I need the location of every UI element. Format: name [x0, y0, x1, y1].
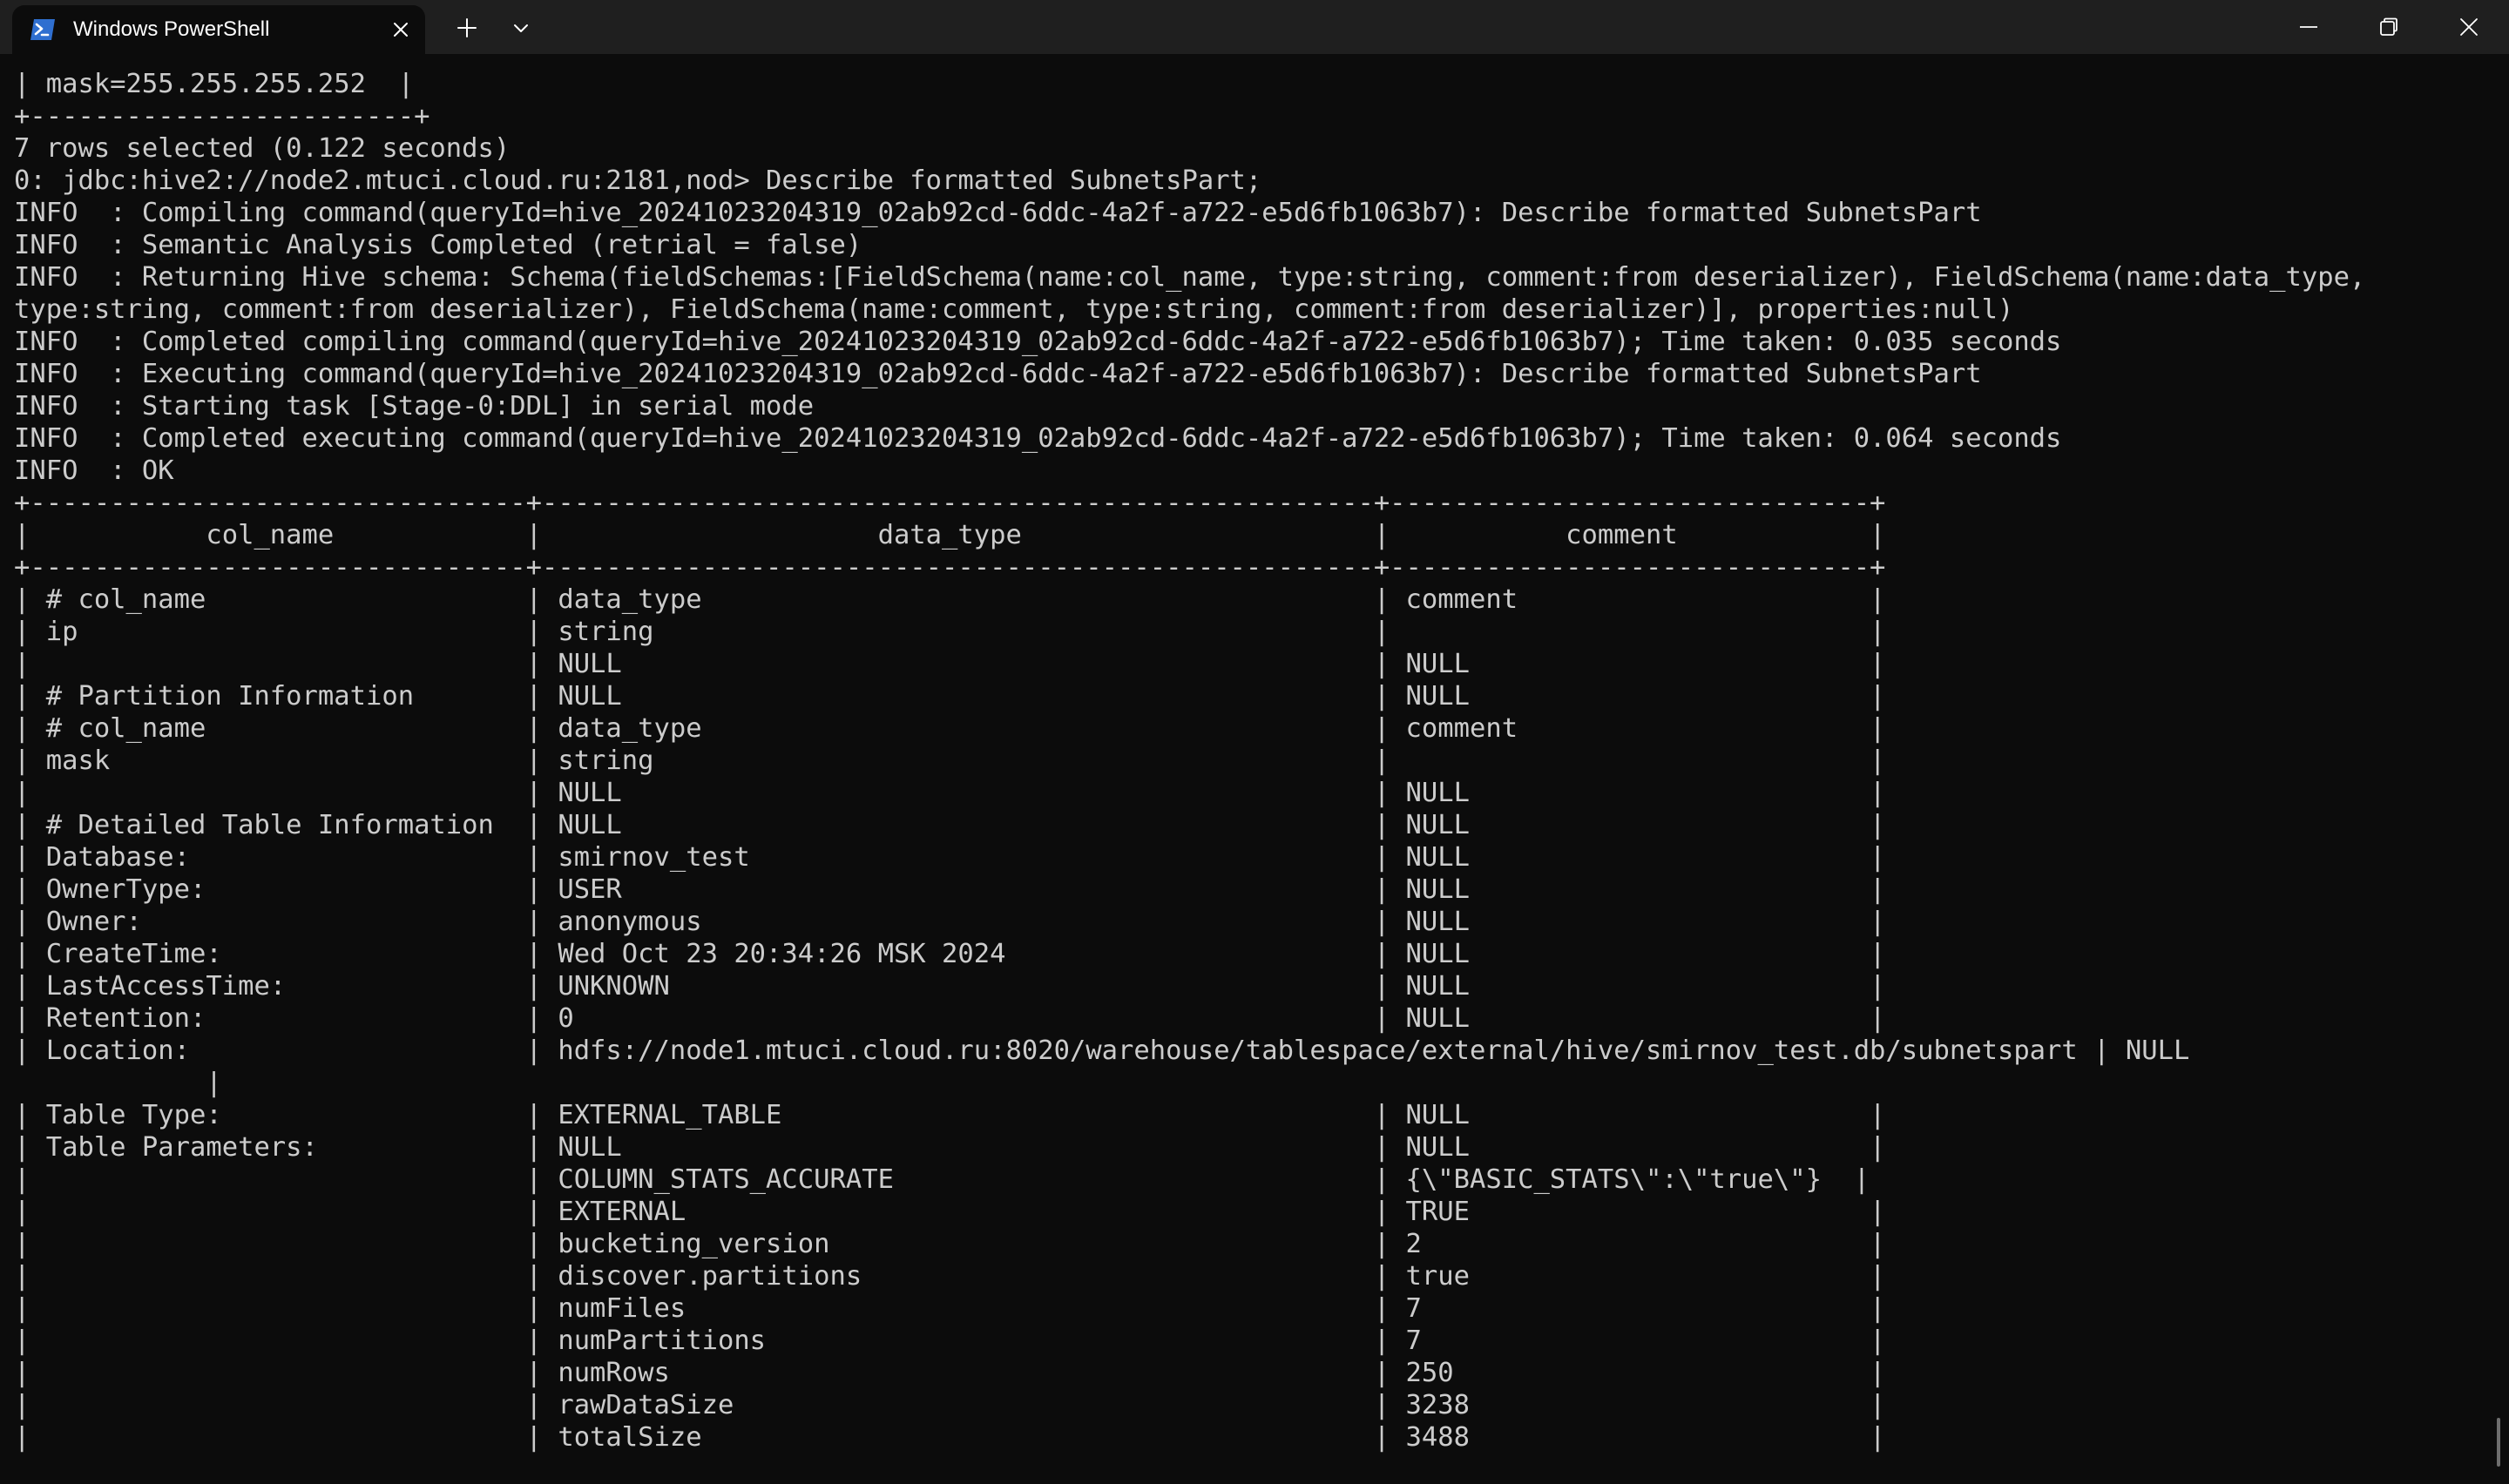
restore-button[interactable] — [2349, 0, 2429, 54]
terminal-output: | mask=255.255.255.252 | +--------------… — [14, 69, 2366, 1453]
close-icon — [2460, 18, 2478, 36]
terminal-pane[interactable]: | mask=255.255.255.252 | +--------------… — [0, 54, 2509, 1484]
close-window-button[interactable] — [2429, 0, 2509, 54]
powershell-icon — [30, 17, 56, 42]
minimize-icon — [2300, 26, 2317, 28]
new-tab-plus-icon[interactable] — [453, 14, 481, 42]
restore-icon — [2380, 17, 2397, 36]
close-tab-icon[interactable] — [389, 17, 413, 42]
scrollbar-thumb[interactable] — [2497, 1418, 2500, 1467]
tab-windows-powershell[interactable]: Windows PowerShell — [12, 5, 425, 54]
title-bar: Windows PowerShell — [0, 0, 2509, 54]
tab-title: Windows PowerShell — [73, 17, 270, 41]
chevron-down-icon[interactable] — [509, 16, 533, 40]
minimize-button[interactable] — [2269, 0, 2349, 54]
